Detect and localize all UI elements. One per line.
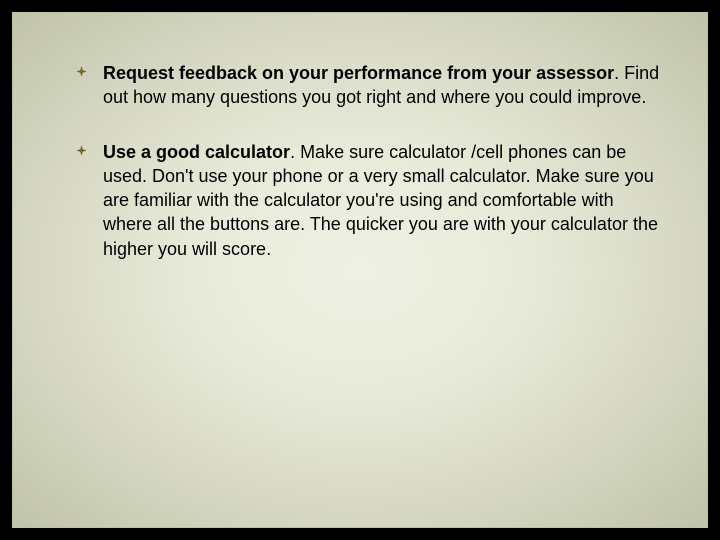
bullet-icon (77, 67, 86, 76)
bullet-icon (77, 146, 86, 155)
slide: Request feedback on your performance fro… (12, 12, 708, 528)
bullet-bold: Use a good calculator (103, 142, 290, 162)
list-item: Request feedback on your performance fro… (77, 61, 661, 110)
bullet-bold: Request feedback on your performance fro… (103, 63, 614, 83)
bullet-text: Request feedback on your performance fro… (103, 63, 659, 107)
bullet-text: Use a good calculator. Make sure calcula… (103, 142, 658, 259)
list-item: Use a good calculator. Make sure calcula… (77, 140, 661, 261)
bullet-list: Request feedback on your performance fro… (61, 61, 661, 261)
